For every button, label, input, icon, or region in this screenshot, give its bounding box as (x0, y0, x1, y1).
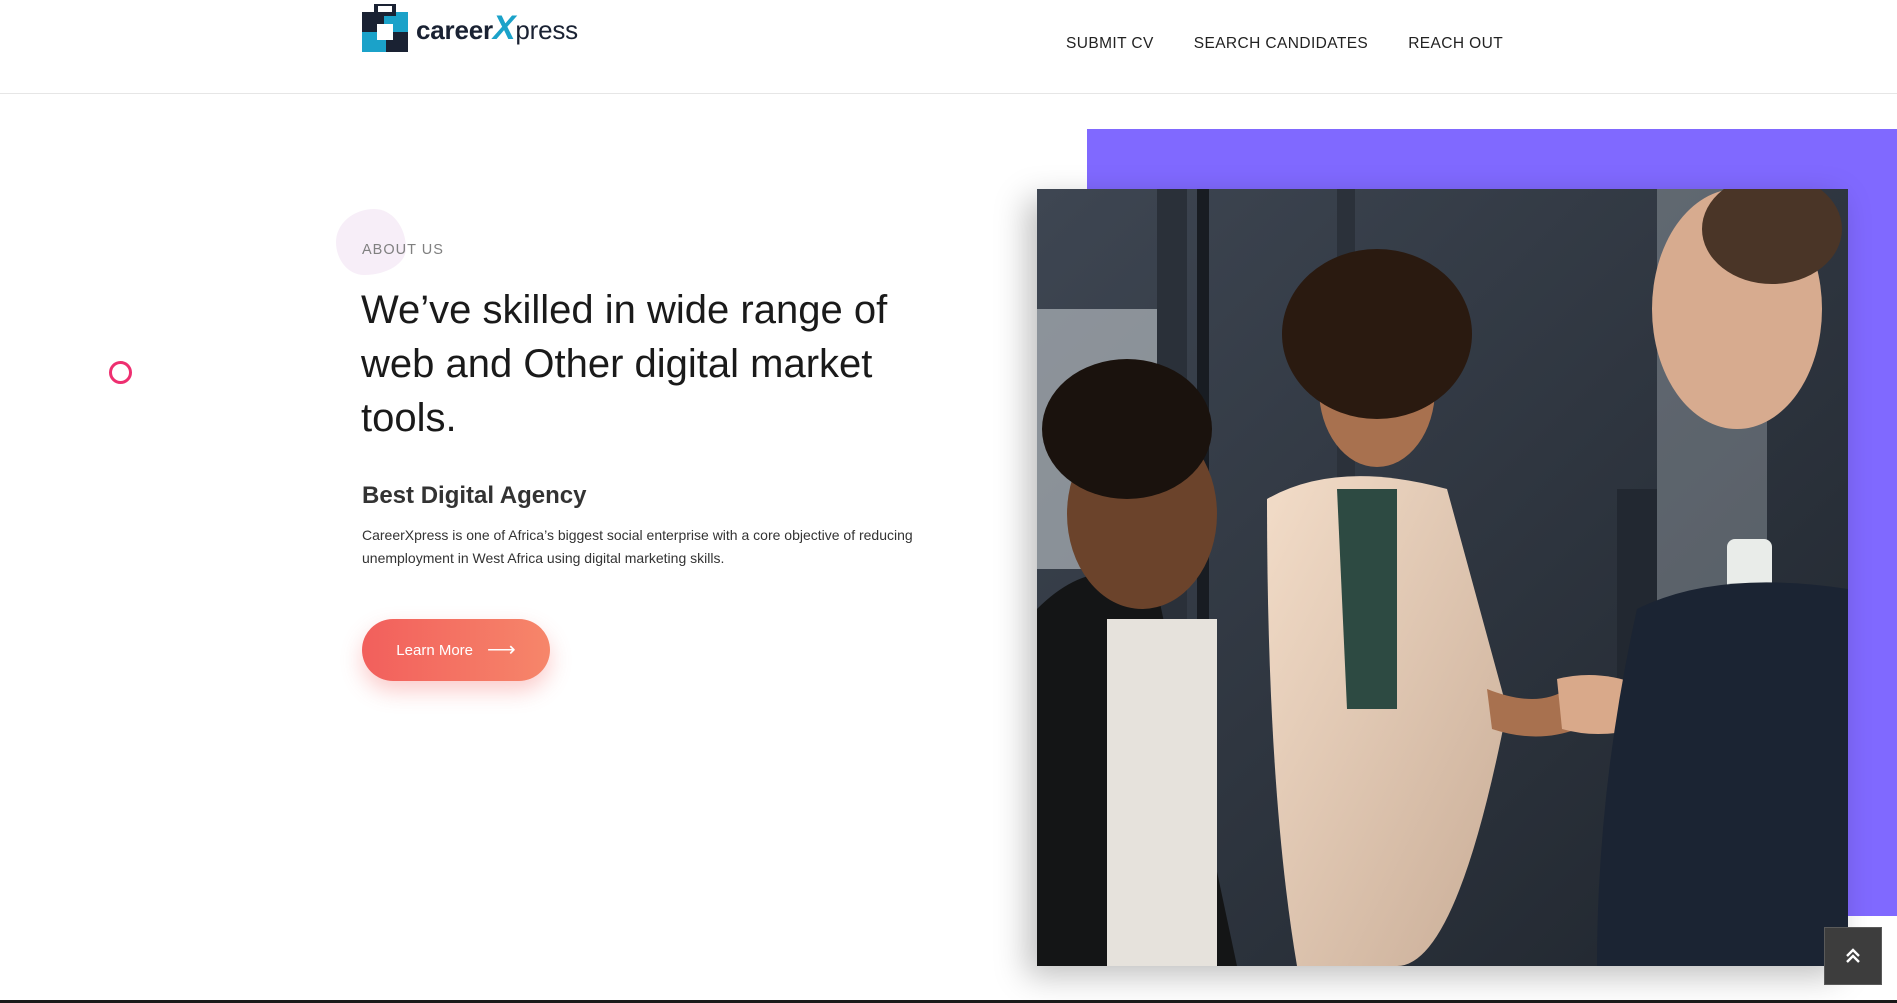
main-nav: SUBMIT CV SEARCH CANDIDATES REACH OUT (1066, 35, 1503, 53)
photo-illustration (1037, 189, 1848, 966)
section-eyebrow: ABOUT US (362, 242, 444, 258)
careerxpress-logo[interactable]: careerXpress (362, 3, 578, 53)
nav-submit-cv[interactable]: SUBMIT CV (1066, 35, 1154, 53)
section-body-text: CareerXpress is one of Africa’s biggest … (362, 527, 913, 566)
learn-more-button[interactable]: Learn More ⟶ (362, 619, 550, 681)
nav-search-candidates[interactable]: SEARCH CANDIDATES (1194, 35, 1368, 53)
brand-name: careerXpress (416, 11, 578, 45)
briefcase-logo-icon (362, 4, 408, 52)
brand-name-x: X (492, 9, 516, 47)
learn-more-label: Learn More (396, 641, 474, 659)
nav-reach-out[interactable]: REACH OUT (1408, 35, 1503, 53)
brand-name-part-1: career (416, 15, 493, 45)
double-chevron-up-icon (1846, 948, 1860, 963)
section-headline: We’ve skilled in wide range of web and O… (361, 288, 888, 440)
team-handshake-photo (1037, 189, 1848, 966)
brand-name-part-2: press (515, 15, 578, 45)
section-subhead: Best Digital Agency (362, 482, 587, 509)
site-header: careerXpress SUBMIT CV SEARCH CANDIDATES… (0, 0, 1897, 94)
decorative-circle (109, 361, 132, 384)
arrow-right-icon: ⟶ (487, 639, 516, 661)
scroll-to-top-button[interactable] (1824, 927, 1882, 985)
